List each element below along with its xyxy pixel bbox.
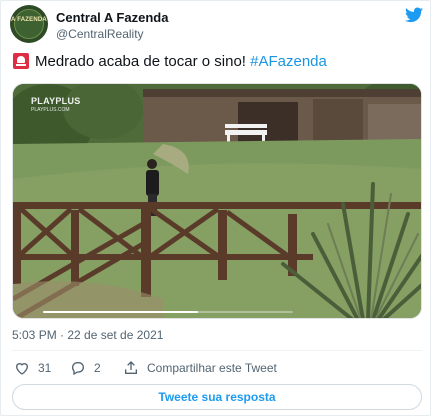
tweet-reply-button[interactable]: Tweete sua resposta: [12, 384, 422, 410]
video-progress-bar[interactable]: [43, 311, 293, 313]
author-handle[interactable]: @CentralReality: [56, 27, 144, 41]
reply-count: 2: [94, 361, 101, 375]
hashtag-link[interactable]: #AFazenda: [250, 53, 327, 70]
share-icon: [125, 361, 137, 374]
playplus-logo: PLAYPLUS: [31, 96, 81, 106]
tweet-header: A FAZENDA Central A Fazenda @CentralReal…: [10, 5, 423, 45]
tweet-body: Medrado acaba de tocar o sino!: [35, 53, 246, 70]
tweet-video[interactable]: PLAYPLUS PLAYPLUS.COM: [12, 83, 422, 319]
reply-icon: [71, 362, 84, 376]
video-frame: [13, 84, 421, 318]
divider: [12, 350, 422, 351]
author-name[interactable]: Central A Fazenda: [56, 10, 168, 25]
twitter-bird-icon[interactable]: [405, 7, 423, 23]
share-label: Compartilhar este Tweet: [147, 361, 277, 375]
tweet-timestamp[interactable]: 5:03 PM · 22 de set de 2021: [12, 328, 163, 342]
like-button[interactable]: 31: [14, 358, 51, 378]
playplus-url: PLAYPLUS.COM: [31, 107, 70, 113]
tweet-actions: 31 2 Compartilhar este Tweet: [12, 358, 422, 378]
reply-button[interactable]: 2: [70, 358, 101, 378]
video-progress-fill: [43, 311, 198, 313]
share-button[interactable]: Compartilhar este Tweet: [123, 358, 277, 378]
bell-emoji-icon: [13, 53, 29, 69]
avatar[interactable]: A FAZENDA: [10, 5, 48, 43]
a-fazenda-logo-icon: [14, 9, 44, 39]
like-count: 31: [38, 361, 52, 375]
heart-icon: [15, 363, 29, 375]
tweet-text: Medrado acaba de tocar o sino! #AFazenda: [13, 52, 423, 72]
tweet-card: A FAZENDA Central A Fazenda @CentralReal…: [0, 0, 431, 416]
avatar-logo-text: A FAZENDA: [11, 17, 47, 23]
